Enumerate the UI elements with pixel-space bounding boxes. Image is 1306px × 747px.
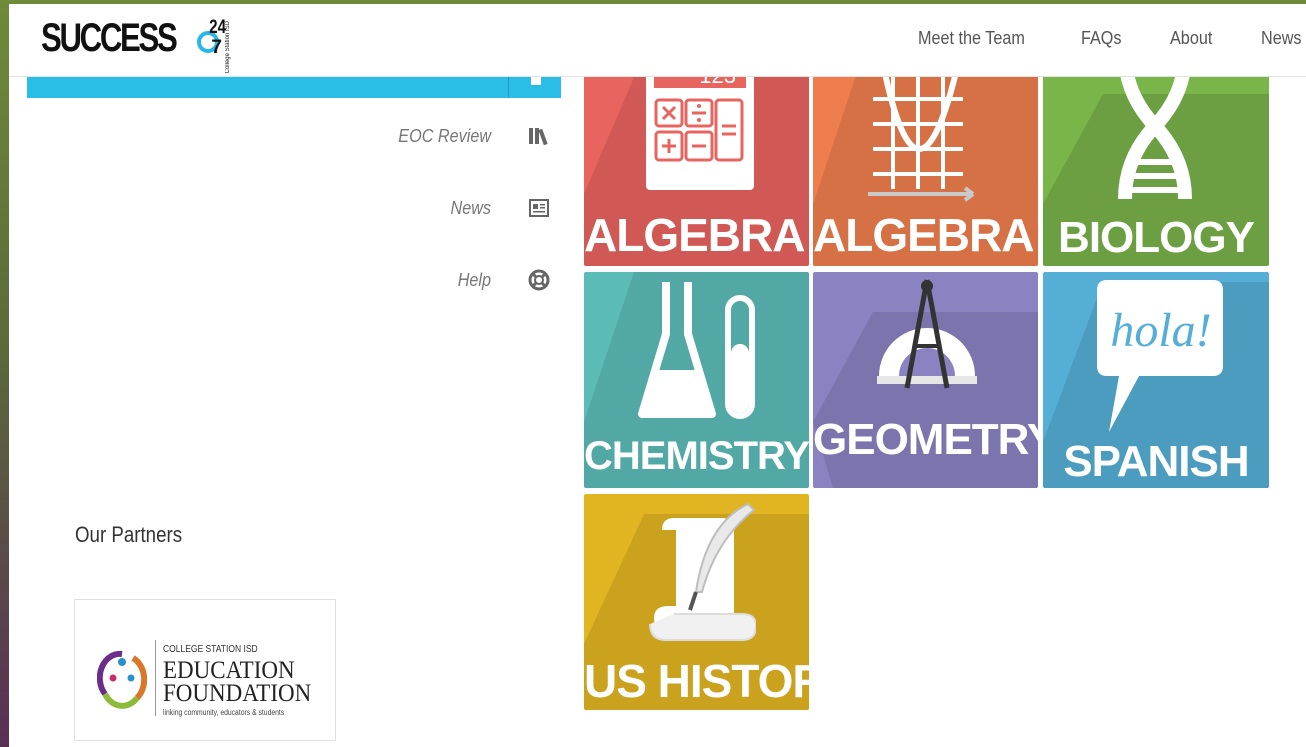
top-nav: Meet the Team FAQs About News	[874, 28, 1306, 49]
foundation-logo-icon	[97, 650, 147, 709]
tile-label: ALGEBRA II	[813, 209, 1038, 261]
partners-title: Our Partners	[75, 522, 183, 547]
bubble-text: hola!	[1110, 304, 1211, 357]
tile-label: US HISTORY	[584, 655, 809, 707]
foundation-divider	[155, 640, 156, 716]
tile-label: ALGEBRA I	[584, 209, 809, 261]
tile-label: BIOLOGY	[1058, 213, 1255, 262]
tile-spanish[interactable]: hola! SPANISH	[1043, 272, 1269, 488]
tile-biology[interactable]: BIOLOGY	[1043, 54, 1269, 266]
lifebuoy-icon	[528, 269, 550, 291]
sidebar-item-news[interactable]: News	[27, 190, 561, 230]
foundation-tagline: linking community, educators & students	[163, 708, 285, 717]
logo-subtext: College Station ISD	[225, 21, 232, 74]
page: SUCCESS 24 7 College Station ISD Meet th…	[9, 4, 1306, 747]
logo-number-top: 24	[209, 17, 227, 38]
tile-label: SPANISH	[1063, 437, 1249, 486]
logo-badge: 24 7 College Station ISD	[197, 15, 233, 73]
logo-word: SUCCESS	[41, 16, 178, 60]
flask-icon	[638, 282, 755, 419]
nav-faqs[interactable]: FAQs	[1081, 28, 1122, 49]
tile-us-history[interactable]: US HISTORY	[584, 494, 809, 710]
tile-label: CHEMISTRY	[584, 434, 809, 478]
tile-geometry[interactable]: GEOMETRY	[813, 272, 1038, 488]
foundation-org: COLLEGE STATION ISD	[163, 644, 258, 655]
partner-logo-education-foundation[interactable]: COLLEGE STATION ISD EDUCATION FOUNDATION…	[74, 599, 336, 741]
tile-label: GEOMETRY	[813, 415, 1038, 464]
nav-news[interactable]: News	[1261, 28, 1302, 49]
compass-protractor-icon	[877, 279, 977, 389]
tile-chemistry[interactable]: CHEMISTRY	[584, 272, 809, 488]
sidebar-item-help[interactable]: Help	[27, 262, 561, 302]
foundation-name-line2: FOUNDATION	[163, 680, 312, 707]
newspaper-icon	[529, 199, 549, 217]
books-icon	[529, 128, 548, 146]
nav-about[interactable]: About	[1170, 28, 1212, 49]
sidebar-item-label: EOC Review	[398, 126, 491, 146]
tile-algebra-2[interactable]: ALGEBRA II	[813, 54, 1038, 266]
sidebar-item-label: Help	[457, 270, 491, 290]
header: SUCCESS 24 7 College Station ISD Meet th…	[9, 4, 1306, 77]
nav-meet-the-team[interactable]: Meet the Team	[918, 28, 1025, 49]
scroll-quill-icon	[649, 502, 756, 641]
sidebar-item-eoc-review[interactable]: EOC Review	[27, 118, 561, 158]
window-frame-left	[0, 0, 9, 747]
tile-algebra-1[interactable]: 123 ALGEBRA I	[584, 54, 809, 266]
logo-number-bottom: 7	[211, 37, 222, 58]
site-logo[interactable]: SUCCESS 24 7 College Station ISD	[41, 12, 233, 73]
sidebar-item-label: News	[450, 198, 491, 218]
speech-bubble-icon: hola!	[1097, 280, 1223, 432]
